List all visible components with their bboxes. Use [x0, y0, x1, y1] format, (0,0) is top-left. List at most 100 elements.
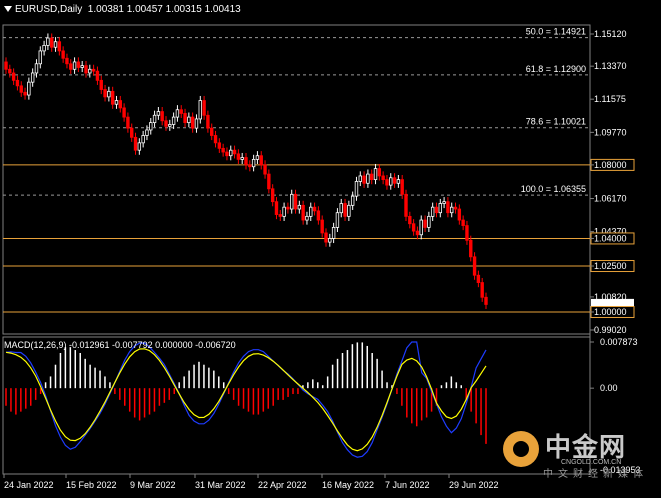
candle-body — [229, 149, 233, 157]
candle-body — [480, 282, 484, 298]
cngold-logo-icon — [503, 431, 539, 467]
time-label: 9 Mar 2022 — [130, 480, 176, 490]
candle-body — [438, 203, 442, 214]
candle-body — [293, 193, 298, 210]
candle-body — [472, 256, 477, 276]
time-label: 22 Apr 2022 — [258, 480, 307, 490]
candle-body — [396, 179, 401, 184]
candle-body — [42, 44, 46, 52]
chart-area[interactable]: 50.0 = 1.14921 61.8 = 1.12900 78.6 = 1.100… — [0, 0, 661, 493]
candle-body — [408, 215, 412, 225]
candle-body — [232, 149, 237, 155]
candle-body — [15, 79, 20, 87]
price-tick-label: 0.99020 — [594, 325, 627, 335]
candle-body — [419, 219, 423, 236]
candle-body — [251, 158, 256, 168]
price-tick-label: 1.11575 — [594, 94, 626, 104]
candle-body — [236, 153, 241, 160]
price-tick-label: 1.15120 — [594, 29, 627, 39]
candle-body — [91, 68, 96, 72]
candle-body — [297, 204, 302, 210]
price-tick-label: 1.06170 — [594, 194, 627, 204]
candle-body — [30, 72, 35, 83]
candle-body — [27, 81, 31, 96]
watermark-subtitle: 中文财经新媒体 — [543, 469, 648, 480]
candle-body — [76, 61, 81, 68]
candle-body — [103, 89, 107, 98]
price-tick-label: 1.00000 — [594, 307, 627, 317]
candle-body — [255, 155, 260, 160]
candle-body — [187, 116, 191, 124]
candle-body — [88, 68, 92, 74]
fib-label: 78.6 = 1.10021 — [526, 117, 586, 127]
candle-body — [171, 116, 176, 125]
candle-body — [286, 206, 290, 210]
candle-body — [343, 203, 347, 217]
candle-body — [110, 90, 115, 105]
price-axis: 1.15120 1.13370 1.11575 1.09770 1.08000 1.061… — [590, 29, 641, 475]
candle-body — [46, 37, 50, 46]
candle-body — [210, 127, 214, 136]
candle-body — [377, 168, 382, 177]
time-label: 31 Mar 2022 — [195, 480, 246, 490]
candle-body — [312, 206, 317, 212]
candle-body — [202, 100, 206, 116]
candle-body — [8, 68, 12, 74]
price-tick-label: 1.02500 — [594, 261, 627, 271]
candle-body — [122, 107, 126, 118]
candle-body — [149, 122, 153, 131]
candle-body — [484, 296, 488, 305]
price-tick-label: 1.09770 — [594, 127, 627, 137]
macd-axis-label: 0.007873 — [600, 337, 638, 347]
candle-body — [453, 206, 458, 210]
ohlc-values: 1.00381 1.00457 1.00315 1.00413 — [87, 4, 241, 15]
candle-body — [423, 219, 427, 228]
candle-body — [362, 175, 366, 184]
price-tick-label: 1.08000 — [594, 160, 627, 170]
candle-body — [381, 175, 385, 181]
candle-body — [430, 206, 435, 217]
candle-body — [11, 72, 16, 81]
candle-body — [404, 193, 408, 217]
fib-label: 50.0 = 1.14921 — [526, 27, 586, 37]
candle-body — [61, 50, 65, 59]
candle-body — [320, 219, 324, 234]
dropdown-triangle-icon[interactable] — [4, 6, 12, 13]
price-tick-label: 1.13370 — [594, 61, 627, 71]
candle-body — [331, 227, 336, 239]
candle-body — [126, 116, 130, 129]
candle-body — [80, 65, 84, 68]
candle-body — [57, 41, 62, 52]
candle-body — [373, 168, 378, 181]
candle-body — [339, 203, 343, 214]
candle-body — [19, 85, 23, 93]
candle-body — [244, 157, 248, 166]
candle-body — [152, 114, 157, 124]
candle-body — [65, 57, 69, 65]
time-axis: 24 Jan 2022 15 Feb 2022 9 Mar 2022 31 Mar 2… — [3, 474, 499, 490]
horizontal-lines — [3, 164, 590, 313]
candle-body — [72, 61, 77, 70]
watermark: 中金网 CNGOLD.COM.CN 中文财经新媒体 — [503, 427, 653, 480]
fibonacci-levels: 50.0 = 1.14921 61.8 = 1.12900 78.6 = 1.100… — [3, 27, 590, 196]
candle-body — [370, 173, 374, 181]
candle-body — [206, 114, 210, 129]
candle-body — [114, 100, 119, 105]
candle-body — [301, 204, 305, 221]
candle-body — [190, 116, 195, 129]
candle-body — [282, 206, 286, 217]
candle-body — [469, 239, 473, 258]
candle-body — [4, 61, 8, 70]
candle-body — [118, 100, 122, 109]
candle-body — [248, 164, 252, 168]
candle-body — [476, 274, 481, 283]
candle-body — [450, 206, 454, 214]
candle-body — [259, 155, 263, 166]
candle-body — [225, 151, 229, 157]
candle-body — [34, 63, 39, 74]
time-label: 7 Jun 2022 — [385, 480, 430, 490]
candle-body — [446, 201, 450, 214]
chart-svg[interactable]: 50.0 = 1.14921 61.8 = 1.12900 78.6 = 1.100… — [0, 0, 661, 493]
chart-title: EURUSD,Daily 1.00381 1.00457 1.00315 1.0… — [4, 4, 241, 15]
candle-body — [99, 79, 103, 90]
